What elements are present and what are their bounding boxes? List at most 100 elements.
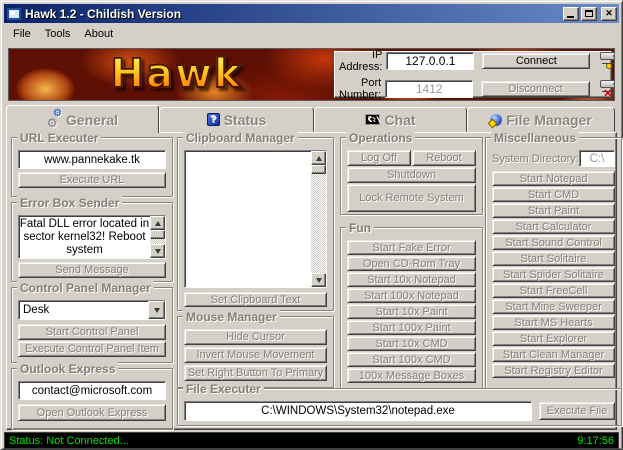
start-registry-editor-button[interactable]: Start Registry Editor [492,363,615,378]
ip-address-input[interactable] [386,52,474,70]
hide-cursor-button[interactable]: Hide Cursor [184,329,327,345]
error-message-box[interactable]: Fatal DLL error located in sector kernel… [18,215,166,259]
monitor-icon [7,8,21,20]
control-panel-manager-group: Control Panel Manager Desk Start Control… [11,287,173,363]
system-directory-input[interactable] [579,150,615,167]
gears-icon: ⚙⚙ [47,113,62,126]
start-control-panel-button[interactable]: Start Control Panel [18,324,166,340]
start-mine-sweeper-button[interactable]: Start Mine Sweeper [492,299,615,314]
group-title: Fun [346,221,374,235]
start-sound-control-button[interactable]: Start Sound Control [492,235,615,250]
start-10x-notepad-button[interactable]: Start 10x Notepad [347,272,476,287]
start-ms-hearts-button[interactable]: Start MS Hearts [492,315,615,330]
scroll-up-button[interactable] [311,151,326,165]
start-10x-cmd-button[interactable]: Start 10x CMD [347,336,476,351]
start-notepad-button[interactable]: Start Notepad [492,171,615,186]
group-title: Control Panel Manager [17,281,154,295]
connect-button[interactable]: Connect [482,53,590,69]
scrollbar-thumb[interactable] [150,230,165,239]
start-100x-paint-button[interactable]: Start 100x Paint [347,320,476,335]
open-outlook-express-button[interactable]: Open Outlook Express [18,404,166,421]
tab-chat[interactable]: C:\ Chat [314,107,467,132]
url-executer-group: URL Executer Execute URL [11,137,173,197]
blue-orb-icon [490,114,502,126]
group-title: Mouse Manager [183,310,280,324]
scrollbar-thumb[interactable] [311,165,326,174]
tab-status[interactable]: ? Status [159,107,314,132]
disconnect-button[interactable]: Disconnect [481,81,590,97]
close-button[interactable]: ✕ [601,7,617,21]
start-paint-button[interactable]: Start Paint [492,203,615,218]
connection-panel: IP Address: Connect Port Number: Disconn… [334,51,612,98]
app-window: Hawk 1.2 - Childish Version ✕ File Tools… [0,0,623,450]
email-input[interactable] [18,381,166,400]
green-led-icon [613,55,615,57]
100x-message-boxes-button[interactable]: 100x Message Boxes [347,368,476,383]
start-calculator-button[interactable]: Start Calculator [492,219,615,234]
chevron-down-icon [154,308,160,313]
start-fake-error-button[interactable]: Start Fake Error [347,240,476,255]
execute-control-panel-item-button[interactable]: Execute Control Panel Item [18,341,166,357]
minimize-button[interactable] [563,7,579,21]
miscellaneous-group: Miscellaneous System Directory: Start No… [485,137,622,389]
general-tab-page: URL Executer Execute URL Error Box Sende… [6,132,617,430]
group-title: Error Box Sender [17,196,122,210]
start-freecell-button[interactable]: Start FreeCell [492,283,615,298]
group-title: Miscellaneous [491,131,579,145]
error-message-text: Fatal DLL error located in sector kernel… [19,216,150,258]
maximize-button[interactable] [581,7,597,21]
window-title: Hawk 1.2 - Childish Version [25,7,561,21]
port-number-input[interactable] [385,80,473,98]
menu-about[interactable]: About [77,26,120,42]
start-100x-cmd-button[interactable]: Start 100x CMD [347,352,476,367]
disconnect-icon: ✕ [598,79,607,99]
scroll-down-button[interactable] [150,244,165,258]
invert-mouse-movement-button[interactable]: Invert Mouse Movement [184,347,327,363]
log-off-button[interactable]: Log Off [347,150,411,166]
computer-drive-icon [600,52,615,60]
vertical-scrollbar[interactable] [311,151,326,287]
vertical-scrollbar[interactable] [150,216,165,258]
menu-tools[interactable]: Tools [38,26,78,42]
start-cmd-button[interactable]: Start CMD [492,187,615,202]
execute-url-button[interactable]: Execute URL [18,172,166,188]
scroll-up-button[interactable] [150,216,165,230]
ip-address-label: IP Address: [339,49,382,73]
plug-icon [606,63,612,69]
start-spider-solitaire-button[interactable]: Start Spider Solitaire [492,267,615,282]
clipboard-text [185,151,311,287]
column-left: URL Executer Execute URL Error Box Sende… [11,137,173,435]
control-panel-dropdown[interactable]: Desk [18,300,166,320]
clock-text: 9:17:56 [577,435,614,447]
error-box-sender-group: Error Box Sender Fatal DLL error located… [11,202,173,282]
send-message-button[interactable]: Send Message [18,262,166,278]
green-led-icon [613,83,615,85]
shutdown-button[interactable]: Shutdown [347,167,476,183]
dropdown-button[interactable] [148,301,165,319]
group-title: Operations [346,131,415,145]
set-right-button-primary-button[interactable]: Set Right Button To Primary [184,365,327,381]
close-icon: ✕ [605,8,613,19]
start-100x-notepad-button[interactable]: Start 100x Notepad [347,288,476,303]
menu-file[interactable]: File [6,26,38,42]
clipboard-text-area[interactable] [184,150,327,288]
start-10x-paint-button[interactable]: Start 10x Paint [347,304,476,319]
tab-general[interactable]: ⚙⚙ General [6,105,159,133]
red-x-icon: ✕ [603,87,612,100]
start-explorer-button[interactable]: Start Explorer [492,331,615,346]
execute-file-button[interactable]: Execute File [539,402,615,420]
system-directory-label: System Directory: [492,153,579,165]
start-solitaire-button[interactable]: Start Solitaire [492,251,615,266]
arrow-up-icon [155,221,161,226]
help-book-icon: ? [207,113,220,126]
url-input[interactable] [18,150,166,169]
reboot-button[interactable]: Reboot [412,150,476,166]
start-clean-manager-button[interactable]: Start Clean Manager [492,347,615,362]
open-cd-rom-tray-button[interactable]: Open CD-Rom Tray [347,256,476,271]
file-path-input[interactable] [184,401,532,421]
set-clipboard-text-button[interactable]: Set Clipboard Text [184,292,327,307]
tab-file-manager[interactable]: File Manager [467,107,615,132]
maximize-icon [585,10,593,17]
scroll-down-button[interactable] [311,273,326,287]
lock-remote-system-button[interactable]: Lock Remote System [347,184,476,212]
